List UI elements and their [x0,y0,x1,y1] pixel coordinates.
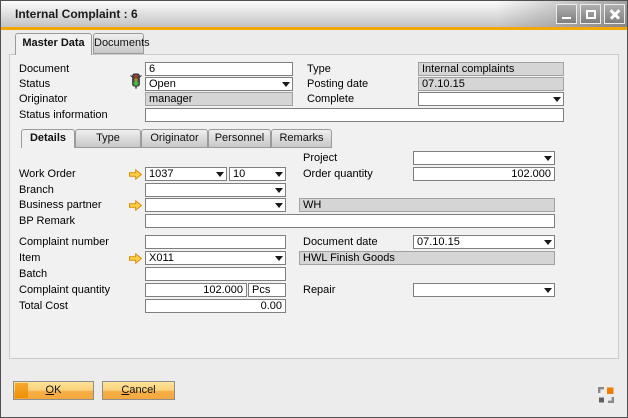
branch-combo[interactable] [145,183,286,197]
tab-type[interactable]: Type [75,129,141,148]
work-order-line-value: 10 [233,168,245,180]
tab-documents[interactable]: Documents [93,33,144,54]
chevron-down-icon [275,172,283,177]
close-icon [605,5,624,23]
window-controls [556,4,625,24]
total-cost-input: 0.00 [145,299,286,313]
title-bar: Internal Complaint : 6 [1,1,627,27]
chevron-down-icon [544,240,552,245]
business-partner-label: Business partner [19,198,102,212]
status-combo[interactable]: Open [145,77,293,91]
work-order-link-arrow-icon[interactable] [129,169,142,180]
status-information-input[interactable] [145,108,564,122]
document-date-label: Document date [303,235,378,249]
ok-button-accel: O [46,384,55,396]
work-order-line-combo[interactable]: 10 [229,167,286,181]
repair-combo[interactable] [413,283,555,297]
work-order-label: Work Order [19,167,76,181]
complaint-number-label: Complaint number [19,235,109,249]
total-cost-label: Total Cost [19,299,68,313]
originator-label: Originator [19,92,67,106]
item-description-field: HWL Finish Goods [299,251,555,265]
document-date-value: 07.10.15 [417,236,460,248]
posting-date-field: 07.10.15 [418,77,564,91]
chevron-down-icon [544,288,552,293]
project-combo[interactable] [413,151,555,165]
complaint-quantity-input[interactable]: 102.000 [145,283,247,297]
maximize-button[interactable] [580,4,601,24]
tab-remarks[interactable]: Remarks [271,129,332,148]
close-button[interactable] [604,4,625,24]
status-label: Status [19,77,50,91]
accent-bar [1,27,627,30]
project-label: Project [303,151,337,165]
bp-remark-label: BP Remark [19,214,75,228]
chevron-down-icon [544,156,552,161]
complete-label: Complete [307,92,354,106]
work-order-combo[interactable]: 1037 [145,167,227,181]
tab-details[interactable]: Details [21,129,75,148]
traffic-light-icon [128,73,144,89]
internal-complaint-window: Internal Complaint : 6 Master Data Docum… [0,0,628,418]
warehouse-field: WH [299,198,555,212]
posting-date-label: Posting date [307,77,368,91]
order-quantity-label: Order quantity [303,167,373,181]
item-value: X011 [149,252,174,264]
item-combo[interactable]: X011 [145,251,286,265]
tab-originator[interactable]: Originator [141,129,208,148]
document-input[interactable]: 6 [145,62,293,76]
document-date-combo[interactable]: 07.10.15 [413,235,555,249]
bp-remark-input[interactable] [145,214,555,228]
chevron-down-icon [216,172,224,177]
chevron-down-icon [275,203,283,208]
batch-input[interactable] [145,267,286,281]
complaint-quantity-label: Complaint quantity [19,283,110,297]
status-value: Open [149,78,176,90]
cancel-button-rest: ancel [129,384,155,396]
minimize-button[interactable] [556,4,577,24]
expand-corners-icon[interactable] [597,386,615,404]
chevron-down-icon [275,188,283,193]
chevron-down-icon [282,82,290,87]
order-quantity-input[interactable]: 102.000 [413,167,555,181]
complaint-number-input[interactable] [145,235,286,249]
business-partner-link-arrow-icon[interactable] [129,200,142,211]
work-order-value: 1037 [149,168,173,180]
ok-button-rest: K [54,384,61,396]
item-label: Item [19,251,40,265]
minimize-icon [562,17,571,19]
window-title: Internal Complaint : 6 [15,1,138,27]
type-label: Type [307,62,331,76]
repair-label: Repair [303,283,335,297]
chevron-down-icon [275,256,283,261]
complaint-quantity-uom-input[interactable]: Pcs [248,283,286,297]
originator-field: manager [145,92,293,106]
document-label: Document [19,62,69,76]
chevron-down-icon [553,97,561,102]
batch-label: Batch [19,267,47,281]
item-link-arrow-icon[interactable] [129,253,142,264]
status-information-label: Status information [19,108,108,122]
ok-button[interactable]: OK [13,381,94,400]
business-partner-combo[interactable] [145,198,286,212]
complete-combo[interactable] [418,92,564,106]
branch-label: Branch [19,183,54,197]
cancel-button[interactable]: Cancel [102,381,175,400]
maximize-icon [586,10,596,19]
tab-master-data[interactable]: Master Data [15,33,92,55]
tab-personnel[interactable]: Personnel [208,129,271,148]
type-field: Internal complaints [418,62,564,76]
